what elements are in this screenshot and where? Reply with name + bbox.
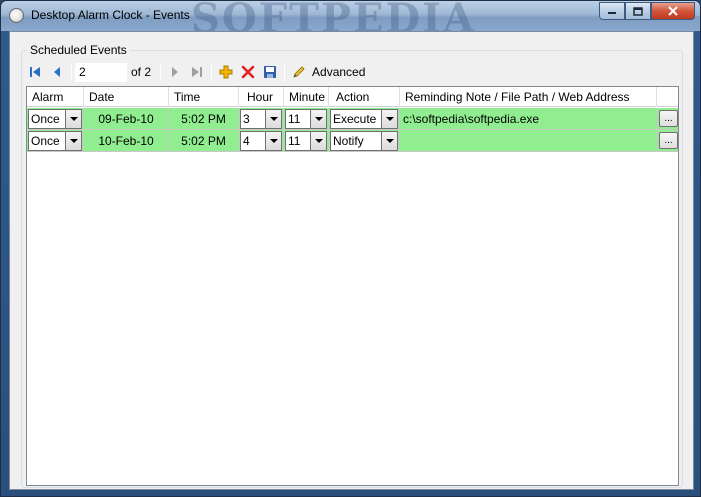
add-icon: [219, 65, 233, 79]
chevron-down-icon[interactable]: [265, 109, 281, 128]
delete-button[interactable]: [237, 61, 259, 83]
minimize-icon: [608, 12, 616, 14]
move-previous-button[interactable]: [46, 61, 68, 83]
grid-header: Alarm Date Time Hour Minute Action Remin…: [27, 87, 678, 107]
toolbar-separator: [160, 63, 162, 81]
count-label: of 2: [131, 65, 152, 79]
toolbar-separator: [71, 63, 72, 81]
chevron-down-icon[interactable]: [381, 109, 397, 128]
column-header-alarm[interactable]: Alarm: [27, 87, 84, 107]
minute-value: 11: [288, 111, 301, 126]
app-window: SOFTPEDIA Desktop Alarm Clock - Events S…: [0, 0, 701, 497]
move-next-button[interactable]: [164, 61, 186, 83]
alarm-combo[interactable]: Once: [28, 130, 82, 151]
hour-combo[interactable]: 4: [240, 130, 282, 151]
column-header-date[interactable]: Date: [84, 87, 169, 107]
time-cell[interactable]: 5:02 PM: [169, 130, 239, 152]
alarm-cell[interactable]: Once: [27, 130, 84, 152]
minute-value: 11: [288, 133, 301, 148]
move-last-button[interactable]: [186, 61, 208, 83]
browse-button[interactable]: ...: [659, 132, 678, 149]
action-value: Notify: [333, 133, 364, 148]
hour-cell[interactable]: 3: [239, 108, 284, 130]
column-header-note[interactable]: Reminding Note / File Path / Web Address: [400, 87, 657, 107]
save-button[interactable]: [259, 61, 281, 83]
alarm-value: Once: [31, 133, 60, 148]
hour-cell[interactable]: 4: [239, 130, 284, 152]
hour-value: 3: [243, 111, 250, 126]
move-last-icon: [192, 67, 203, 77]
hour-value: 4: [243, 133, 250, 148]
hour-combo[interactable]: 3: [240, 108, 282, 129]
alarm-combo[interactable]: Once: [28, 108, 82, 129]
events-grid: Alarm Date Time Hour Minute Action Remin…: [26, 86, 679, 486]
action-cell[interactable]: Notify: [329, 130, 400, 152]
date-cell[interactable]: 10-Feb-10: [84, 130, 169, 152]
browse-button[interactable]: ...: [659, 110, 678, 127]
move-next-icon: [172, 67, 179, 77]
minute-combo[interactable]: 11: [285, 130, 327, 151]
alarm-cell[interactable]: Once: [27, 108, 84, 130]
delete-icon: [241, 65, 255, 79]
minute-cell[interactable]: 11: [284, 108, 329, 130]
chevron-down-icon[interactable]: [310, 109, 326, 128]
chevron-down-icon[interactable]: [265, 131, 281, 150]
save-icon: [264, 66, 277, 78]
action-cell[interactable]: Execute: [329, 108, 400, 130]
alarm-value: Once: [31, 111, 60, 126]
toolbar-separator: [284, 63, 286, 81]
action-combo[interactable]: Notify: [330, 130, 398, 151]
table-row[interactable]: Once 09-Feb-10 5:02 PM 3 11 Execute c:\s…: [27, 108, 678, 130]
browse-cell: ...: [657, 130, 678, 152]
chevron-down-icon[interactable]: [65, 131, 81, 150]
app-icon: [9, 8, 24, 23]
navigator-toolbar: of 2 Advanced: [24, 60, 680, 84]
maximize-button[interactable]: [625, 2, 651, 20]
note-cell[interactable]: [400, 130, 657, 152]
close-icon: [668, 6, 678, 16]
advanced-button[interactable]: Advanced: [312, 65, 365, 79]
window-title: Desktop Alarm Clock - Events: [31, 8, 190, 22]
chevron-down-icon[interactable]: [65, 109, 81, 128]
column-header-minute[interactable]: Minute: [284, 87, 329, 107]
group-label: Scheduled Events: [27, 43, 130, 57]
note-cell[interactable]: c:\softpedia\softpedia.exe: [400, 108, 657, 130]
browse-cell: ...: [657, 108, 678, 130]
time-cell[interactable]: 5:02 PM: [169, 108, 239, 130]
column-header-button: [657, 87, 678, 107]
move-first-icon: [30, 67, 40, 77]
date-cell[interactable]: 09-Feb-10: [84, 108, 169, 130]
maximize-icon: [633, 6, 643, 16]
window-controls: [599, 2, 695, 20]
table-row[interactable]: Once 10-Feb-10 5:02 PM 4 11 Notify ...: [27, 130, 678, 152]
add-new-button[interactable]: [215, 61, 237, 83]
minute-combo[interactable]: 11: [285, 108, 327, 129]
action-value: Execute: [333, 111, 377, 126]
minute-cell[interactable]: 11: [284, 130, 329, 152]
action-combo[interactable]: Execute: [330, 108, 398, 129]
chevron-down-icon[interactable]: [381, 131, 397, 150]
pencil-icon: [293, 66, 305, 78]
title-bar[interactable]: SOFTPEDIA Desktop Alarm Clock - Events: [1, 0, 700, 42]
position-input[interactable]: [75, 62, 127, 82]
close-button[interactable]: [651, 2, 695, 20]
minimize-button[interactable]: [599, 2, 625, 20]
toolbar-separator: [211, 63, 213, 81]
column-header-time[interactable]: Time: [169, 87, 239, 107]
column-header-hour[interactable]: Hour: [239, 87, 284, 107]
move-first-button[interactable]: [24, 61, 46, 83]
move-previous-icon: [54, 67, 60, 77]
client-area: Scheduled Events of 2: [9, 31, 694, 490]
chevron-down-icon[interactable]: [310, 131, 326, 150]
advanced-icon-button[interactable]: [288, 61, 310, 83]
column-header-action[interactable]: Action: [329, 87, 400, 107]
